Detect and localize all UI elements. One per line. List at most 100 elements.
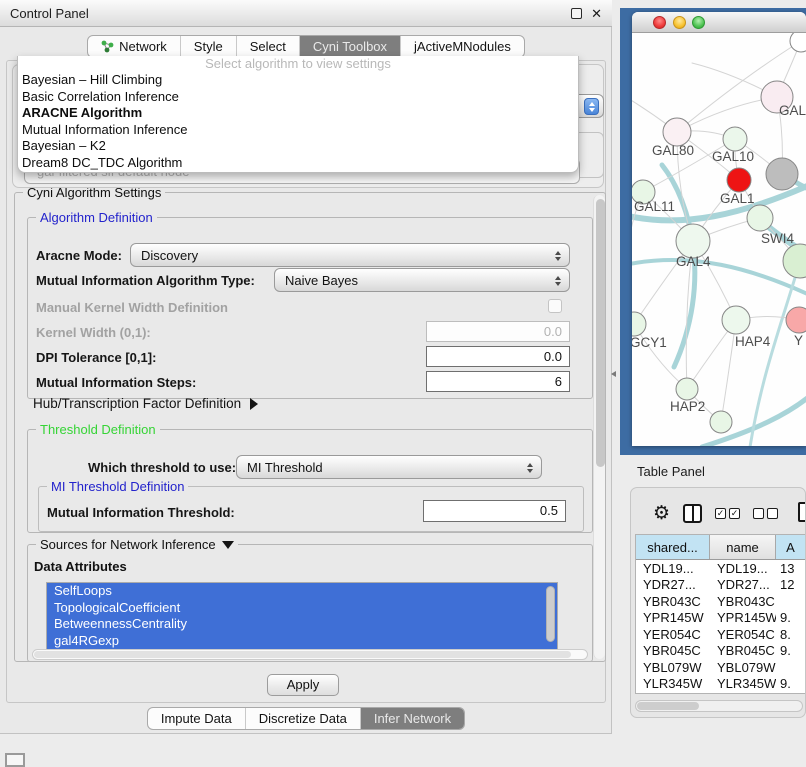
minimized-panel-icon[interactable] xyxy=(5,753,25,767)
threshold-definition-title: Threshold Definition xyxy=(36,422,160,437)
tab-jactivemnodules-label: jActiveMNodules xyxy=(414,39,511,54)
attribute-item-topologicalcoefficient[interactable]: TopologicalCoefficient xyxy=(47,600,557,617)
tab-style[interactable]: Style xyxy=(180,36,236,57)
column-header-a[interactable]: A xyxy=(776,535,806,559)
node-label-gal1: GAL1 xyxy=(720,191,755,206)
attribute-item-betweennesscentrality[interactable]: BetweennessCentrality xyxy=(47,616,557,633)
network-node-gal10[interactable] xyxy=(723,127,747,151)
network-node-gal4[interactable] xyxy=(676,224,710,258)
network-node-swi4[interactable] xyxy=(783,244,806,278)
table-row[interactable]: YIL052CYIL052C9 xyxy=(636,692,806,694)
tab-impute-data[interactable]: Impute Data xyxy=(148,708,245,729)
tab-infer-network[interactable]: Infer Network xyxy=(360,708,464,729)
mi-algorithm-type-combo[interactable]: Naive Bayes xyxy=(274,268,570,292)
attribute-item-gal4rgexp[interactable]: gal4RGexp xyxy=(47,633,557,650)
mi-threshold-definition-group: MI Threshold Definition Mutual Informati… xyxy=(38,486,584,532)
algorithm-item-aracne-algorithm[interactable]: ARACNE Algorithm xyxy=(18,105,578,122)
node-table: shared...nameA YDL19...YDL19...13YDR27..… xyxy=(635,534,806,694)
sources-group-title[interactable]: Sources for Network Inference xyxy=(36,537,238,552)
minimize-traffic-icon[interactable] xyxy=(673,16,686,29)
network-node-y[interactable] xyxy=(786,307,806,333)
algorithm-item-mutual-information-inference[interactable]: Mutual Information Inference xyxy=(18,122,578,139)
network-window-titlebar[interactable] xyxy=(632,12,806,33)
node-label-gal11: GAL11 xyxy=(634,199,675,214)
table-cell: YER054C xyxy=(710,627,776,642)
which-threshold-label: Which threshold to use: xyxy=(88,460,236,475)
kernel-width-input[interactable]: 0.0 xyxy=(426,321,570,342)
table-cell: YBR045C xyxy=(636,643,710,658)
algorithm-item-dream8-dc-tdc-algorithm[interactable]: Dream8 DC_TDC Algorithm xyxy=(18,155,578,172)
column-header-shared-[interactable]: shared... xyxy=(636,535,710,559)
table-row[interactable]: YPR145WYPR145W9. xyxy=(636,610,806,627)
table-cell: YLR345W xyxy=(710,676,776,691)
table-row[interactable]: YBR043CYBR043C xyxy=(636,593,806,610)
tab-discretize-data[interactable]: Discretize Data xyxy=(245,708,360,729)
table-cell: 9. xyxy=(776,643,806,658)
network-node-gray-node[interactable] xyxy=(766,158,798,190)
algorithm-item-bayesian-hill-climbing[interactable]: Bayesian – Hill Climbing xyxy=(18,72,578,89)
deselect-all-checkboxes-icon[interactable] xyxy=(753,508,778,519)
table-cell: YIL052C xyxy=(636,693,710,694)
table-row[interactable]: YDL19...YDL19...13 xyxy=(636,560,806,577)
gear-icon[interactable]: ⚙ xyxy=(653,504,670,523)
table-cell: 8. xyxy=(776,627,806,642)
network-edge[interactable] xyxy=(632,260,806,297)
data-attributes-label: Data Attributes xyxy=(34,559,127,574)
which-threshold-combo[interactable]: MI Threshold xyxy=(236,455,542,479)
network-node-hap2[interactable] xyxy=(676,378,698,400)
table-row[interactable]: YLR345WYLR345W9. xyxy=(636,676,806,693)
tab-select[interactable]: Select xyxy=(236,36,299,57)
table-cell: YDL19... xyxy=(710,561,776,576)
close-traffic-icon[interactable] xyxy=(653,16,666,29)
network-node-red-node[interactable] xyxy=(727,168,751,192)
network-node-gal1[interactable] xyxy=(747,205,773,231)
table-horizontal-scrollbar[interactable] xyxy=(635,700,803,712)
network-canvas[interactable]: GALGAL80GAL10GAL1GAL11SWI4GAL4GCY1HAP4YH… xyxy=(632,33,806,446)
algorithm-item-basic-correlation-inference[interactable]: Basic Correlation Inference xyxy=(18,89,578,106)
columns-icon[interactable] xyxy=(683,504,702,523)
network-node-gcy1[interactable] xyxy=(632,312,646,336)
hub-definition-expander[interactable]: Hub/Transcription Factor Definition xyxy=(33,396,258,411)
splitter-collapse-icon[interactable] xyxy=(611,371,616,377)
control-panel-tabbar: NetworkStyleSelectCyni Toolbox jActiveMNo… xyxy=(0,35,612,58)
table-row[interactable]: YER054CYER054C8. xyxy=(636,626,806,643)
mi-steps-input[interactable]: 6 xyxy=(426,371,570,392)
float-window-icon[interactable] xyxy=(571,8,582,19)
settings-scrollbar[interactable] xyxy=(593,195,605,659)
zoom-traffic-icon[interactable] xyxy=(692,16,705,29)
sources-horizontal-scrollbar[interactable] xyxy=(32,649,588,660)
table-cell: YIL052C xyxy=(710,693,776,694)
aracne-mode-value: Discovery xyxy=(141,248,198,263)
network-node-bottom-node[interactable] xyxy=(710,411,732,433)
network-node-hap4[interactable] xyxy=(722,306,750,334)
table-row[interactable]: YBL079WYBL079W xyxy=(636,659,806,676)
manual-kernel-checkbox[interactable] xyxy=(548,299,562,313)
table-cell: YPR145W xyxy=(710,610,776,625)
aracne-mode-combo[interactable]: Discovery xyxy=(130,243,570,267)
table-row[interactable]: YDR27...YDR27...12 xyxy=(636,577,806,594)
data-attributes-list[interactable]: SelfLoopsTopologicalCoefficientBetweenne… xyxy=(46,582,558,651)
mi-threshold-input[interactable]: 0.5 xyxy=(423,500,566,522)
list-scrollbar[interactable] xyxy=(546,586,555,642)
tab-jactivemnodules[interactable]: jActiveMNodules xyxy=(400,36,524,57)
network-node-top-right[interactable] xyxy=(790,33,806,52)
close-icon[interactable]: ✕ xyxy=(591,8,602,19)
combo-stepper-icon xyxy=(550,272,565,289)
attribute-item-selfloops[interactable]: SelfLoops xyxy=(47,583,557,600)
dpi-tolerance-input[interactable]: 0.0 xyxy=(426,346,570,367)
node-label-hap2: HAP2 xyxy=(670,399,705,414)
algorithm-item-bayesian-k2[interactable]: Bayesian – K2 xyxy=(18,138,578,155)
select-all-checkboxes-icon[interactable]: ✓✓ xyxy=(715,508,740,519)
column-header-name[interactable]: name xyxy=(710,535,776,559)
node-label-y: Y xyxy=(794,333,803,348)
mi-algorithm-type-value: Naive Bayes xyxy=(285,273,358,288)
network-node-gal80[interactable] xyxy=(663,118,691,146)
apply-button[interactable]: Apply xyxy=(267,674,339,696)
document-icon[interactable] xyxy=(798,502,806,522)
tab-network[interactable]: Network xyxy=(88,36,180,57)
tab-cyni-toolbox[interactable]: Cyni Toolbox xyxy=(299,36,400,57)
network-view-window: GALGAL80GAL10GAL1GAL11SWI4GAL4GCY1HAP4YH… xyxy=(632,12,806,446)
node-label-gcy1: GCY1 xyxy=(632,335,667,350)
network-edge[interactable] xyxy=(721,320,736,422)
table-row[interactable]: YBR045CYBR045C9. xyxy=(636,643,806,660)
